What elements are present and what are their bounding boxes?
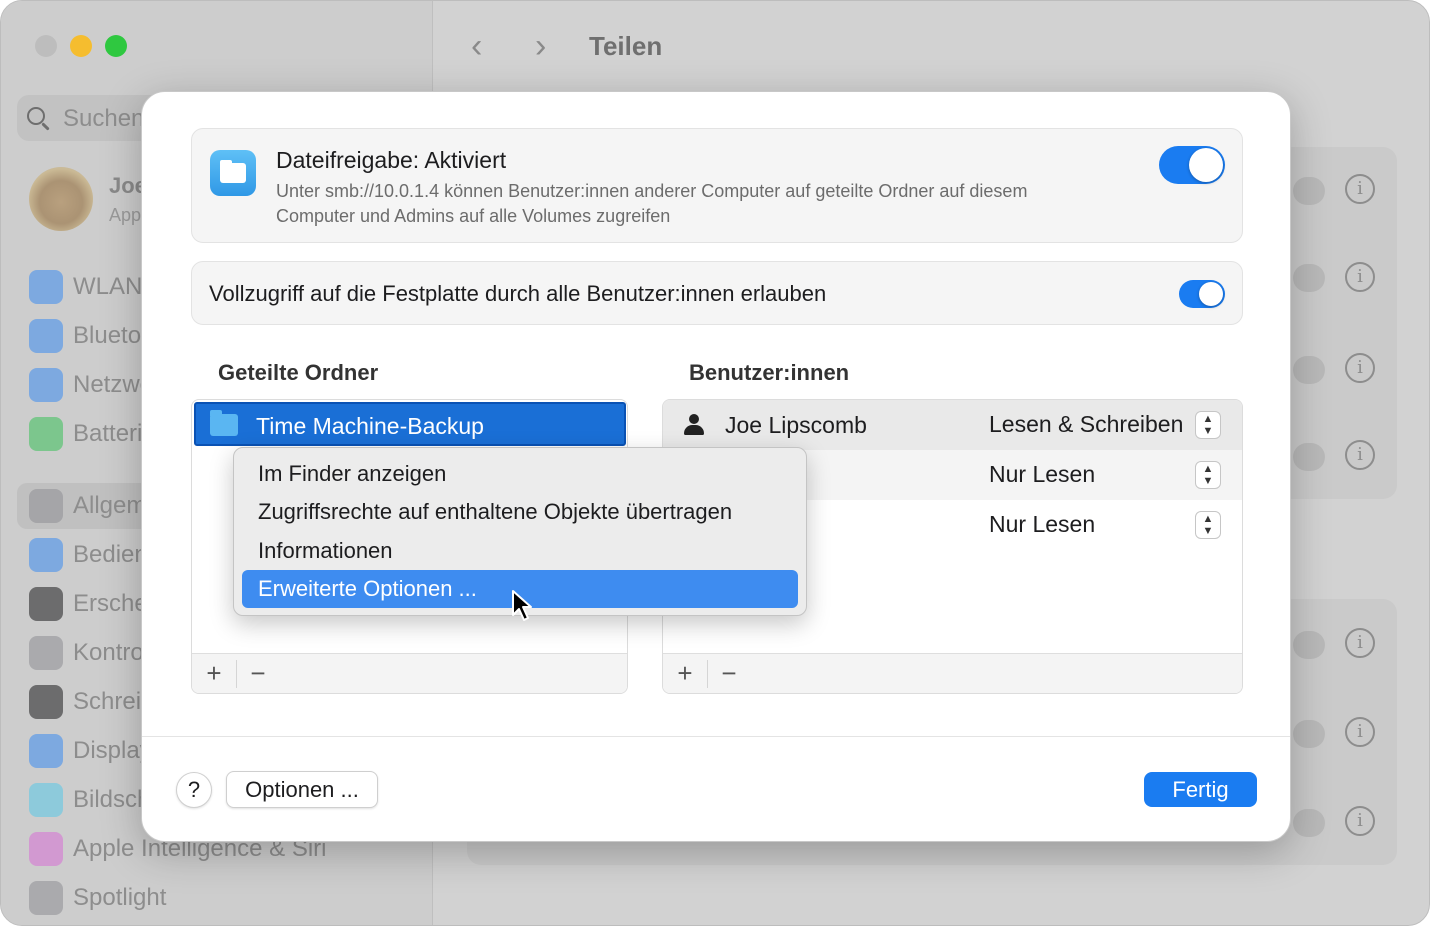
footer-divider: [142, 736, 1290, 737]
service-toggle[interactable]: [1293, 264, 1325, 292]
minimize-button[interactable]: [70, 35, 92, 57]
chevron-up-down-icon[interactable]: ▲ ▼: [1195, 511, 1221, 539]
shared-folders-footer: + −: [192, 653, 627, 693]
file-sharing-folder-icon: [210, 150, 256, 196]
add-user-button[interactable]: +: [663, 658, 707, 688]
service-toggle[interactable]: [1293, 356, 1325, 384]
chevron-up-down-icon[interactable]: ▲ ▼: [1195, 411, 1221, 439]
forward-button[interactable]: ›: [535, 27, 546, 66]
wifi-icon: [29, 270, 63, 304]
menu-item-apply-permissions[interactable]: Zugriffsrechte auf enthaltene Objekte üb…: [242, 493, 798, 531]
chevron-up-down-icon[interactable]: ▲ ▼: [1195, 461, 1221, 489]
menu-item-get-info[interactable]: Informationen: [242, 532, 798, 570]
info-icon[interactable]: i: [1345, 353, 1375, 383]
window-title: Teilen: [589, 31, 663, 61]
search-icon: [27, 107, 45, 125]
displays-icon: [29, 734, 63, 768]
control-center-icon: [29, 636, 63, 670]
done-button[interactable]: Fertig: [1144, 772, 1257, 807]
dock-icon: [29, 685, 63, 719]
sidebar-item-wlan[interactable]: WLAN: [29, 269, 142, 305]
person-icon: [683, 414, 705, 436]
remove-folder-button[interactable]: −: [236, 658, 280, 688]
add-folder-button[interactable]: +: [192, 658, 236, 688]
service-toggle[interactable]: [1293, 631, 1325, 659]
shared-folders-heading: Geteilte Ordner: [218, 360, 379, 385]
users-heading: Benutzer:innen: [689, 360, 850, 385]
accessibility-icon: [29, 538, 63, 572]
service-toggle[interactable]: [1293, 720, 1325, 748]
full-disk-access-toggle[interactable]: [1179, 280, 1225, 308]
file-sharing-card: Dateifreigabe: Aktiviert Unter smb://10.…: [191, 128, 1243, 243]
back-button[interactable]: ‹: [471, 27, 482, 66]
help-button[interactable]: ?: [176, 772, 212, 808]
zoom-button[interactable]: [105, 35, 127, 57]
list-item-time-machine[interactable]: Time Machine-Backup: [194, 402, 626, 446]
info-icon[interactable]: i: [1345, 440, 1375, 470]
info-icon[interactable]: i: [1345, 262, 1375, 292]
permission-popup[interactable]: Nur Lesen: [989, 461, 1095, 488]
toggle-knob: [1189, 148, 1223, 182]
service-toggle[interactable]: [1293, 809, 1325, 837]
service-toggle[interactable]: [1293, 177, 1325, 205]
info-icon[interactable]: i: [1345, 628, 1375, 658]
network-icon: [29, 368, 63, 402]
file-sharing-toggle[interactable]: [1159, 146, 1225, 184]
gear-icon: [29, 489, 63, 523]
user-name: Joe Lipscomb: [725, 412, 867, 438]
close-button[interactable]: [35, 35, 57, 57]
info-icon[interactable]: i: [1345, 717, 1375, 747]
avatar[interactable]: [29, 167, 93, 231]
users-footer: + −: [663, 653, 1242, 693]
bluetooth-icon: [29, 319, 63, 353]
toggle-knob: [1199, 282, 1223, 306]
search-input[interactable]: Suchen: [63, 105, 144, 133]
menu-item-show-in-finder[interactable]: Im Finder anzeigen: [242, 455, 798, 493]
info-icon[interactable]: i: [1345, 806, 1375, 836]
spotlight-icon: [29, 881, 63, 915]
remove-user-button[interactable]: −: [707, 658, 751, 688]
options-button[interactable]: Optionen ...: [226, 771, 378, 808]
info-icon[interactable]: i: [1345, 174, 1375, 204]
permission-popup[interactable]: Nur Lesen: [989, 511, 1095, 538]
full-disk-access-label: Vollzugriff auf die Festplatte durch all…: [209, 281, 827, 306]
permission-popup[interactable]: Lesen & Schreiben: [989, 411, 1183, 438]
appearance-icon: [29, 587, 63, 621]
folder-icon: [210, 410, 238, 436]
sidebar-item-spotlight[interactable]: Spotlight: [29, 880, 166, 916]
table-row[interactable]: Joe Lipscomb Lesen & Schreiben ▲ ▼: [663, 400, 1242, 450]
service-toggle[interactable]: [1293, 443, 1325, 471]
file-sharing-description: Unter smb://10.0.1.4 können Benutzer:inn…: [276, 181, 1028, 226]
mouse-pointer-icon: [512, 590, 532, 621]
file-sharing-title: Dateifreigabe: Aktiviert: [276, 147, 507, 173]
full-disk-access-card: Vollzugriff auf die Festplatte durch all…: [191, 261, 1243, 325]
system-settings-window: Suchen Joe Lipscomb Apple Account WLAN B…: [0, 0, 1430, 926]
folder-name: Time Machine-Backup: [256, 413, 484, 439]
sidebar-item-battery[interactable]: Batterie: [29, 416, 156, 452]
siri-icon: [29, 832, 63, 866]
battery-icon: [29, 417, 63, 451]
screensaver-icon: [29, 783, 63, 817]
